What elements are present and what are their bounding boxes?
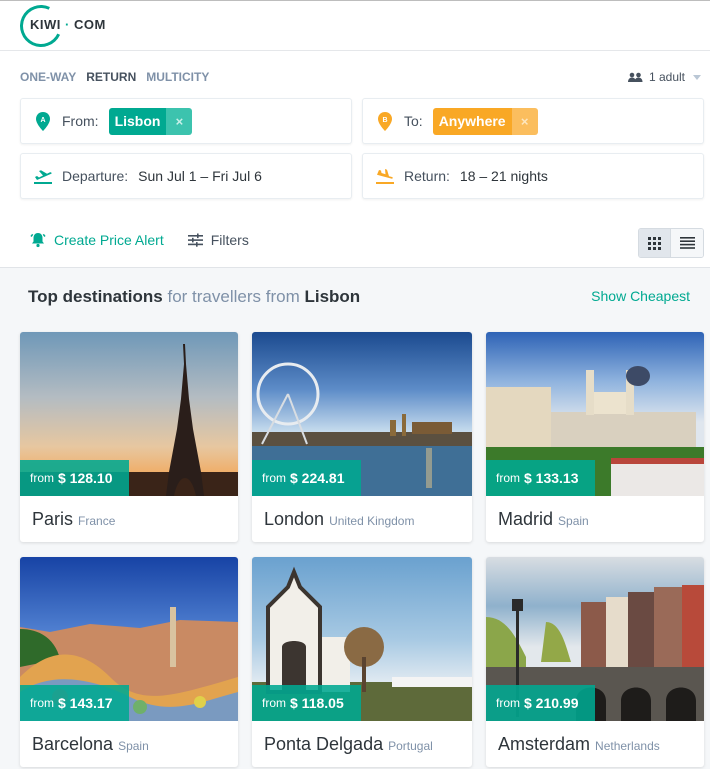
country-name: Spain: [118, 739, 149, 753]
return-label: Return:: [404, 168, 450, 184]
destination-card-madrid[interactable]: from $ 133.13 Madrid Spain: [486, 332, 704, 542]
grid-icon: [648, 236, 661, 250]
bell-icon: [30, 233, 46, 248]
destination-image: from $ 224.81: [252, 332, 472, 496]
search-panel: KIWI · COM ONE-WAY RETURN MULTICITY 1 ad…: [0, 0, 710, 268]
destination-image: from $ 133.13: [486, 332, 704, 496]
destination-image: from $ 143.17: [20, 557, 238, 721]
pin-b-icon: B: [376, 111, 394, 131]
card-label: Ponta Delgada Portugal: [252, 721, 472, 767]
destinations-grid: from $ 128.10 Paris France from $ 224.81 L…: [20, 332, 704, 767]
card-label: Amsterdam Netherlands: [486, 721, 704, 767]
users-icon: [627, 72, 643, 82]
country-name: Portugal: [388, 739, 433, 753]
create-price-alert-label: Create Price Alert: [54, 232, 164, 248]
from-value: Lisbon: [108, 107, 167, 135]
card-label: Madrid Spain: [486, 496, 704, 542]
price-value: $ 133.13: [524, 470, 579, 486]
price-badge: from $ 143.17: [20, 685, 129, 721]
destination-card-ponta-delgada[interactable]: from $ 118.05 Ponta Delgada Portugal: [252, 557, 472, 767]
price-value: $ 210.99: [524, 695, 579, 711]
section-title-city: Lisbon: [304, 287, 361, 306]
svg-text:B: B: [382, 117, 387, 124]
sliders-icon: [187, 233, 203, 247]
svg-text:A: A: [40, 117, 45, 124]
remove-from-icon[interactable]: ×: [166, 107, 193, 135]
view-mode-toggle: [638, 228, 704, 258]
to-label: To:: [404, 113, 423, 129]
destination-card-barcelona[interactable]: from $ 143.17 Barcelona Spain: [20, 557, 238, 767]
trip-type-tabs: ONE-WAY RETURN MULTICITY: [20, 70, 209, 84]
grid-view-button[interactable]: [639, 229, 671, 257]
passengers-selector[interactable]: 1 adult: [627, 70, 701, 84]
price-badge: from $ 128.10: [20, 460, 129, 496]
departure-label: Departure:: [62, 168, 129, 184]
list-icon: [679, 237, 695, 249]
filters-label: Filters: [210, 232, 249, 248]
price-value: $ 118.05: [290, 695, 344, 711]
destination-image: from $ 210.99: [486, 557, 704, 721]
pin-a-icon: A: [34, 111, 52, 131]
from-label: From:: [62, 113, 99, 129]
tab-return[interactable]: RETURN: [86, 70, 136, 84]
return-field[interactable]: Return: 18 – 21 nights: [362, 153, 704, 199]
price-badge: from $ 210.99: [486, 685, 595, 721]
section-title-bold: Top destinations: [28, 287, 163, 306]
price-value: $ 224.81: [290, 470, 345, 486]
country-name: United Kingdom: [329, 514, 415, 528]
landing-icon: [376, 166, 394, 186]
tab-multicity[interactable]: MULTICITY: [146, 70, 209, 84]
country-name: Netherlands: [595, 739, 660, 753]
departure-value: Sun Jul 1 – Fri Jul 6: [138, 168, 262, 184]
section-title-mid: for travellers from: [167, 287, 300, 306]
destination-card-amsterdam[interactable]: from $ 210.99 Amsterdam Netherlands: [486, 557, 704, 767]
header: KIWI · COM: [0, 0, 710, 53]
card-label: London United Kingdom: [252, 496, 472, 542]
destination-card-paris[interactable]: from $ 128.10 Paris France: [20, 332, 238, 542]
city-name: Amsterdam: [498, 733, 591, 754]
takeoff-icon: [34, 166, 52, 186]
from-tag: Lisbon ×: [108, 107, 193, 135]
actions-bar: Create Price Alert Filters: [30, 232, 249, 248]
return-value: 18 – 21 nights: [459, 168, 548, 184]
country-name: Spain: [558, 514, 589, 528]
price-value: $ 128.10: [58, 470, 113, 486]
destination-card-london[interactable]: from $ 224.81 London United Kingdom: [252, 332, 472, 542]
price-value: $ 143.17: [58, 695, 113, 711]
chevron-down-icon: [693, 74, 701, 80]
to-field[interactable]: B To: Anywhere ×: [362, 98, 704, 144]
city-name: London: [264, 508, 325, 529]
destination-image: from $ 118.05: [252, 557, 472, 721]
card-label: Paris France: [20, 496, 238, 542]
city-name: Ponta Delgada: [264, 733, 384, 754]
tab-one-way[interactable]: ONE-WAY: [20, 70, 76, 84]
passengers-label: 1 adult: [648, 70, 685, 84]
remove-to-icon[interactable]: ×: [511, 107, 538, 135]
to-value: Anywhere: [432, 107, 512, 135]
from-field[interactable]: A From: Lisbon ×: [20, 98, 352, 144]
to-tag: Anywhere ×: [432, 107, 538, 135]
create-price-alert-button[interactable]: Create Price Alert: [30, 232, 164, 248]
city-name: Barcelona: [32, 733, 114, 754]
departure-field[interactable]: Departure: Sun Jul 1 – Fri Jul 6: [20, 153, 352, 199]
country-name: France: [78, 514, 116, 528]
logo-text: KIWI · COM: [28, 17, 108, 32]
list-view-button[interactable]: [671, 229, 703, 257]
price-badge: from $ 133.13: [486, 460, 595, 496]
filters-button[interactable]: Filters: [187, 232, 249, 248]
kiwi-logo[interactable]: KIWI · COM: [14, 0, 110, 53]
card-label: Barcelona Spain: [20, 721, 238, 767]
show-cheapest-link[interactable]: Show Cheapest: [591, 288, 690, 304]
destination-image: from $ 128.10: [20, 332, 238, 496]
price-badge: from $ 224.81: [252, 460, 361, 496]
section-title: Top destinations for travellers from Lis…: [28, 287, 360, 307]
city-name: Madrid: [498, 508, 554, 529]
city-name: Paris: [32, 508, 74, 529]
price-badge: from $ 118.05: [252, 685, 361, 721]
